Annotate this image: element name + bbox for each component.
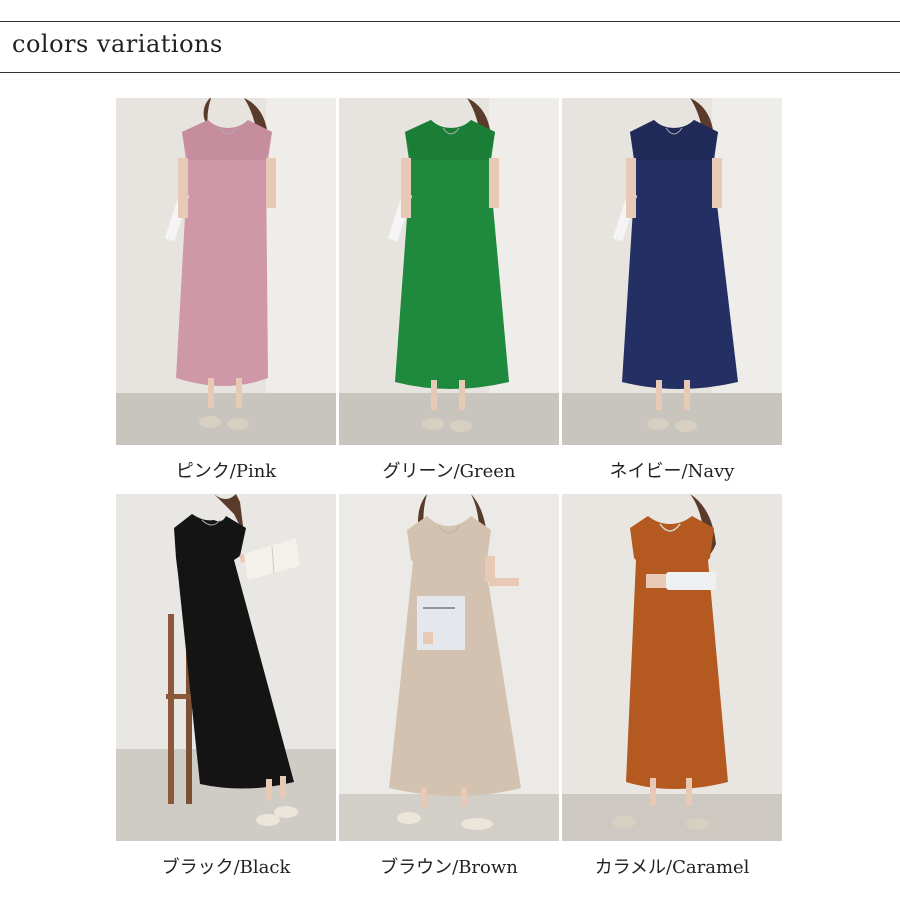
variant-caption-brown: ブラウン/Brown [380,857,518,878]
dress-photo-caramel [562,494,782,841]
dress-photo-brown [339,494,559,841]
section-header: colors variations [0,21,900,73]
dress-photo-navy [562,98,782,445]
variant-caption-pink: ピンク/Pink [175,461,277,482]
product-image-pink[interactable] [116,98,336,445]
product-image-caramel[interactable] [562,494,782,841]
product-image-navy[interactable] [562,98,782,445]
dress-photo-black [116,494,336,841]
product-image-brown[interactable] [339,494,559,841]
variant-caption-navy: ネイビー/Navy [609,461,735,482]
dress-photo-pink [116,98,336,445]
product-image-green[interactable] [339,98,559,445]
section-title: colors variations [12,30,223,58]
variant-caption-caramel: カラメル/Caramel [594,857,750,878]
variant-caption-green: グリーン/Green [382,461,516,482]
product-image-black[interactable] [116,494,336,841]
clutch-bag [666,572,716,590]
variant-caption-black: ブラック/Black [161,857,291,878]
dress-photo-green [339,98,559,445]
